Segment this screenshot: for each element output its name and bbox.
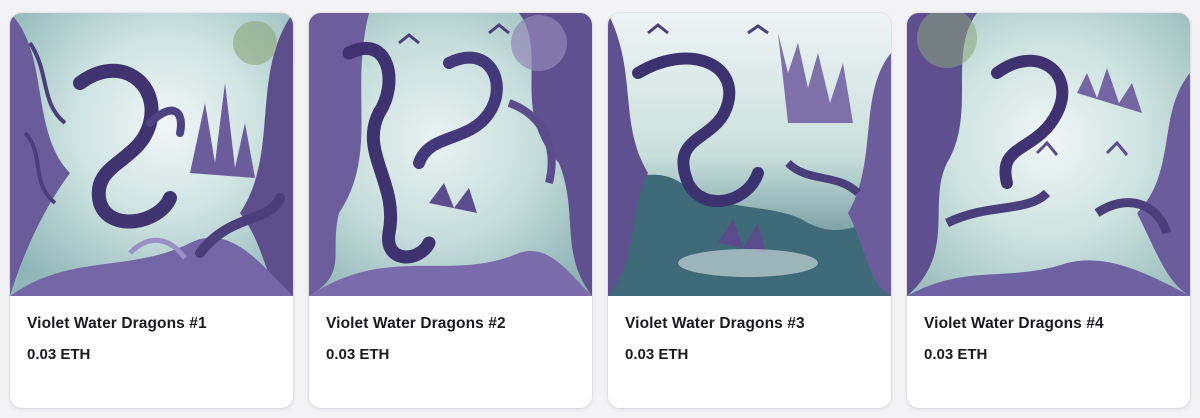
nft-price: 0.03 ETH: [625, 346, 689, 363]
dragon-artwork-image: [10, 13, 293, 296]
nft-card[interactable]: Violet Water Dragons #1 0.03 ETH: [10, 13, 293, 408]
nft-price: 0.03 ETH: [924, 346, 988, 363]
nft-card[interactable]: Violet Water Dragons #3 0.03 ETH: [608, 13, 891, 408]
nft-artwork-image[interactable]: [907, 13, 1190, 296]
nft-title: Violet Water Dragons #4: [924, 315, 1104, 332]
nft-card[interactable]: Violet Water Dragons #4 0.03 ETH: [907, 13, 1190, 408]
nft-card-grid: Violet Water Dragons #1 0.03 ETH Violet …: [0, 0, 1200, 418]
dragon-artwork-image: [907, 13, 1190, 296]
nft-card[interactable]: Violet Water Dragons #2 0.03 ETH: [309, 13, 592, 408]
nft-price: 0.03 ETH: [326, 346, 390, 363]
nft-price: 0.03 ETH: [27, 346, 91, 363]
nft-title: Violet Water Dragons #2: [326, 315, 506, 332]
nft-title: Violet Water Dragons #1: [27, 315, 207, 332]
nft-artwork-image[interactable]: [309, 13, 592, 296]
nft-title: Violet Water Dragons #3: [625, 315, 805, 332]
dragon-artwork-image: [608, 13, 891, 296]
nft-artwork-image[interactable]: [608, 13, 891, 296]
dragon-artwork-image: [309, 13, 592, 296]
nft-artwork-image[interactable]: [10, 13, 293, 296]
